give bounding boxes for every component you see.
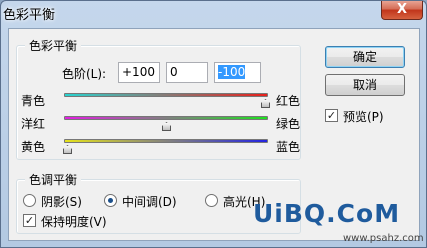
slider-red-label: 红色 (276, 94, 301, 108)
slider-yellow-label: 黄色 (21, 140, 46, 154)
tone-balance-legend: 色调平衡 (25, 171, 82, 188)
levels-label: 色阶(L): (62, 67, 107, 81)
cyan-red-thumb[interactable] (261, 99, 270, 108)
color-balance-legend: 色彩平衡 (25, 37, 82, 54)
level-magenta-green-input[interactable]: 0 (166, 62, 208, 83)
cyan-red-track[interactable] (64, 93, 268, 97)
midtones-radio[interactable] (104, 194, 117, 207)
close-button[interactable]: X (381, 1, 423, 20)
preview-checkbox[interactable]: ✓ (325, 109, 338, 122)
close-icon: X (396, 2, 408, 17)
shadows-label[interactable]: 阴影(S) (41, 193, 82, 210)
yellow-blue-thumb[interactable] (63, 145, 72, 154)
slider-blue-label: 蓝色 (276, 140, 301, 154)
title-bar[interactable]: 色彩平衡 X (1, 1, 426, 27)
highlights-radio[interactable] (205, 194, 218, 207)
color-balance-dialog: 色彩平衡 X 色彩平衡 色阶(L): +100 0 -100 青色 红色 洋红 … (0, 0, 427, 248)
slider-cyan-label: 青色 (21, 94, 46, 108)
preserve-luminosity-checkbox[interactable]: ✓ (23, 214, 36, 227)
ok-button[interactable]: 确定 (325, 46, 405, 68)
magenta-green-thumb[interactable] (162, 122, 171, 131)
yellow-blue-track[interactable] (64, 139, 268, 143)
checkmark-icon: ✓ (326, 109, 337, 122)
preview-label[interactable]: 预览(P) (343, 108, 384, 125)
midtones-label[interactable]: 中间调(D) (122, 193, 177, 210)
watermark-logo: UiBQ.CoM (253, 199, 401, 228)
slider-green-label: 绿色 (276, 117, 301, 131)
shadows-radio[interactable] (23, 194, 36, 207)
watermark-url: www.psahz.com (343, 233, 424, 244)
cancel-button[interactable]: 取消 (325, 74, 405, 96)
preserve-luminosity-label[interactable]: 保持明度(V) (41, 213, 107, 230)
level-cyan-red-input[interactable]: +100 (118, 62, 160, 83)
magenta-green-track[interactable] (64, 116, 268, 120)
color-balance-group: 色彩平衡 色阶(L): +100 0 -100 青色 红色 洋红 绿色 黄色 蓝… (16, 37, 301, 160)
level-yellow-blue-input[interactable]: -100 (214, 62, 261, 83)
window-title: 色彩平衡 (3, 8, 56, 23)
checkmark-icon: ✓ (24, 214, 35, 227)
slider-magenta-label: 洋红 (21, 117, 46, 131)
